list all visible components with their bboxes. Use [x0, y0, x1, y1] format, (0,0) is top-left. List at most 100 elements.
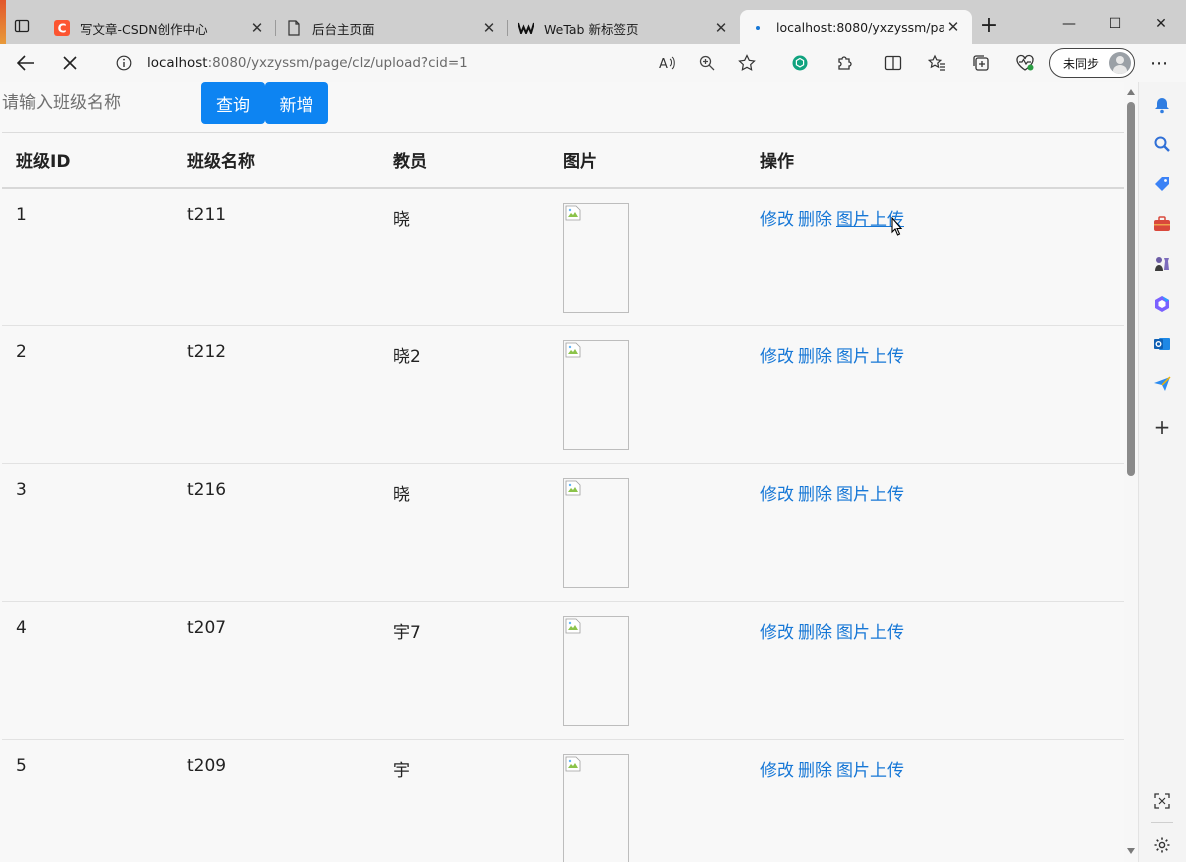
cell-class-name: t207: [173, 601, 379, 740]
window-close-icon[interactable]: ✕: [1138, 10, 1184, 38]
tab-admin-home[interactable]: 后台主页面 ✕: [276, 12, 508, 44]
class-image-placeholder: [563, 754, 629, 862]
header-teacher: 教员: [379, 132, 549, 189]
avatar-icon: [1109, 52, 1131, 74]
upload-image-link[interactable]: 图片上传: [836, 623, 904, 643]
close-icon[interactable]: ✕: [248, 19, 266, 37]
search-bar: 查询 新增: [0, 82, 1124, 124]
edge-sidebar: +: [1138, 82, 1186, 862]
table-row: 3 t216 晓 修改 删除 图片上传: [2, 463, 1124, 602]
search-icon[interactable]: [1151, 133, 1173, 155]
delete-link[interactable]: 删除: [798, 485, 832, 505]
cell-actions: 修改 删除 图片上传: [746, 601, 1124, 740]
loading-dot-icon: [750, 19, 766, 35]
screenshot-capture-icon[interactable]: [1151, 790, 1173, 812]
delete-link[interactable]: 删除: [798, 623, 832, 643]
cell-teacher: 晓: [379, 463, 549, 602]
table-header-row: 班级ID 班级名称 教员 图片 操作: [2, 132, 1124, 189]
zoom-icon[interactable]: [692, 48, 722, 78]
browser-essentials-icon[interactable]: [1010, 48, 1040, 78]
favorites-list-icon[interactable]: [922, 48, 952, 78]
cell-class-name: t209: [187, 756, 227, 776]
url-path: :8080/yxzyssm/page/clz/upload?cid=1: [207, 55, 468, 71]
header-actions: 操作: [746, 132, 1124, 189]
stop-loading-icon[interactable]: [55, 48, 85, 78]
upload-image-link[interactable]: 图片上传: [836, 761, 904, 781]
scroll-down-arrow-icon[interactable]: [1127, 848, 1135, 854]
settings-gear-icon[interactable]: [1151, 834, 1173, 856]
more-menu-icon[interactable]: ⋯: [1144, 48, 1174, 78]
edit-link[interactable]: 修改: [760, 761, 794, 781]
browser-toolbar: localhost:8080/yxzyssm/page/clz/upload?c…: [0, 44, 1186, 82]
upload-image-link[interactable]: 图片上传: [836, 485, 904, 505]
delete-link[interactable]: 删除: [798, 761, 832, 781]
cell-actions: 修改 删除 图片上传: [746, 740, 1124, 862]
cell-class-name: t211: [173, 187, 379, 326]
broken-image-icon: [565, 480, 581, 496]
cell-class-name: t212: [173, 325, 379, 464]
back-arrow-icon[interactable]: [11, 48, 41, 78]
outlook-icon[interactable]: [1151, 333, 1173, 355]
cell-class-id: 5: [16, 756, 27, 776]
tab-localhost-active[interactable]: localhost:8080/yxzyssm/page/c ✕: [740, 10, 972, 44]
shopping-tag-icon[interactable]: [1151, 173, 1173, 195]
cell-teacher: 宇: [393, 761, 410, 781]
close-icon[interactable]: ✕: [480, 19, 498, 37]
new-tab-icon[interactable]: +: [976, 14, 1002, 40]
add-sidebar-app-icon[interactable]: +: [1151, 415, 1173, 439]
page-scrollbar[interactable]: [1124, 82, 1138, 862]
send-paper-plane-icon[interactable]: [1151, 373, 1173, 395]
table-row: 1 t211 晓 修改 删除 图片上传: [2, 187, 1124, 326]
delete-link[interactable]: 删除: [798, 210, 832, 230]
sync-status-label: 未同步: [1063, 56, 1100, 71]
tab-csdn[interactable]: C 写文章-CSDN创作中心 ✕: [44, 12, 276, 44]
table-row: 4 t207 宇7 修改 删除 图片上传: [2, 601, 1124, 740]
table-row: 2 t212 晓2 修改 删除 图片上传: [2, 325, 1124, 464]
cell-class-name: t216: [173, 463, 379, 602]
scrollbar-thumb[interactable]: [1127, 102, 1135, 476]
minimize-icon[interactable]: —: [1046, 10, 1092, 38]
maximize-icon[interactable]: ☐: [1092, 10, 1138, 38]
microsoft-365-icon[interactable]: [1151, 293, 1173, 315]
tab-wetab[interactable]: WeTab 新标签页 ✕: [508, 12, 740, 44]
favorite-star-icon[interactable]: [732, 48, 762, 78]
chatgpt-extension-icon[interactable]: [785, 48, 815, 78]
class-image-placeholder: [563, 478, 629, 588]
query-button[interactable]: 查询: [201, 82, 265, 124]
collections-icon[interactable]: [966, 48, 996, 78]
edit-link[interactable]: 修改: [760, 347, 794, 367]
profile-sync-button[interactable]: 未同步: [1049, 48, 1135, 78]
edit-link[interactable]: 修改: [760, 210, 794, 230]
edit-link[interactable]: 修改: [760, 623, 794, 643]
address-bar-url[interactable]: localhost:8080/yxzyssm/page/clz/upload?c…: [147, 55, 468, 71]
extensions-puzzle-icon[interactable]: [830, 48, 860, 78]
cell-actions: 修改 删除 图片上传: [746, 187, 1124, 326]
class-name-search-input[interactable]: [2, 88, 198, 118]
split-screen-icon[interactable]: [878, 48, 908, 78]
cell-image: [549, 325, 746, 464]
url-host: localhost: [147, 55, 208, 71]
broken-image-icon: [565, 618, 581, 634]
class-image-placeholder: [563, 202, 629, 313]
svg-text:C: C: [58, 22, 67, 36]
notification-bell-icon[interactable]: [1151, 94, 1173, 116]
close-icon[interactable]: ✕: [712, 19, 730, 37]
games-chess-icon[interactable]: [1151, 253, 1173, 275]
tab-actions-icon[interactable]: [6, 10, 38, 42]
delete-link[interactable]: 删除: [798, 347, 832, 367]
cell-image: [549, 740, 746, 862]
upload-image-link[interactable]: 图片上传: [836, 347, 904, 367]
scroll-up-arrow-icon[interactable]: [1127, 89, 1135, 95]
tab-title: WeTab 新标签页: [544, 21, 639, 37]
read-aloud-icon[interactable]: A: [653, 48, 683, 78]
site-info-icon[interactable]: [109, 48, 139, 78]
header-class-id: 班级ID: [2, 132, 173, 189]
cell-class-id: 3: [2, 463, 173, 602]
edit-link[interactable]: 修改: [760, 485, 794, 505]
toolbox-icon[interactable]: [1151, 213, 1173, 235]
cell-class-id: 1: [2, 187, 173, 326]
cell-image: [549, 187, 746, 326]
close-icon[interactable]: ✕: [944, 18, 962, 36]
add-button[interactable]: 新增: [265, 82, 328, 124]
class-table: 班级ID 班级名称 教员 图片 操作 1 t211 晓修改 删除 图片上传 2 t212 晓2…: [2, 132, 1124, 862]
